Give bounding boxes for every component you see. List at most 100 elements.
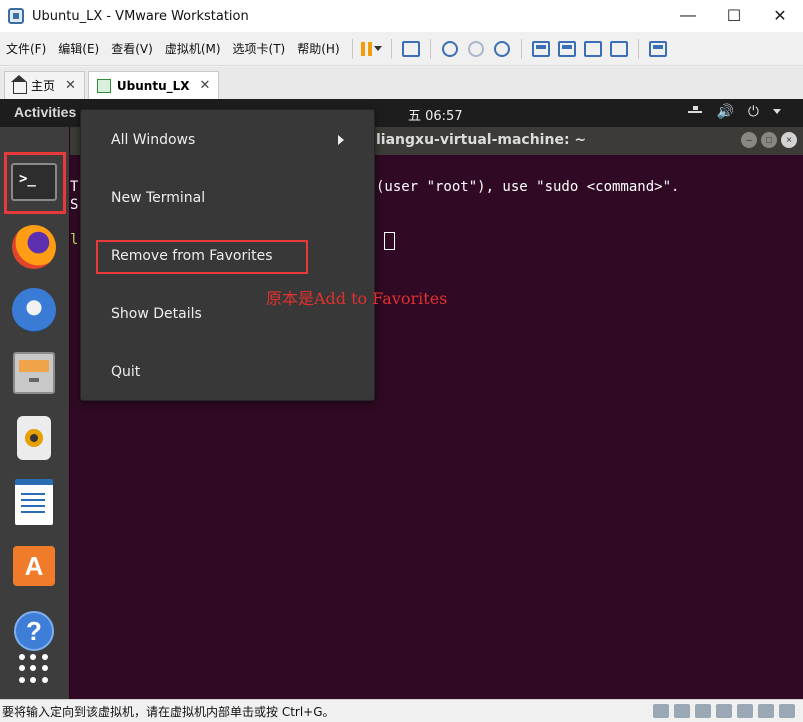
dock-terminal[interactable]: >_: [10, 158, 58, 206]
library-icon: [531, 40, 550, 57]
minimize-button[interactable]: —: [665, 0, 711, 32]
device-status-icons: [653, 704, 795, 718]
unity-button[interactable]: [580, 37, 606, 61]
menu-edit[interactable]: 编辑(E): [52, 40, 105, 57]
snapshot-manager-button[interactable]: [489, 37, 515, 61]
toolbar-separator: [351, 38, 353, 59]
terminal-close-button[interactable]: ×: [781, 132, 797, 148]
show-applications-icon: [19, 654, 49, 684]
maximize-button[interactable]: ☐: [711, 0, 757, 32]
unity-icon: [583, 40, 602, 57]
menu-help[interactable]: 帮助(H): [291, 40, 345, 57]
sound-icon[interactable]: [737, 704, 753, 718]
revert-snapshot-button[interactable]: [463, 37, 489, 61]
vmware-app-icon: [8, 8, 24, 24]
network-adapter-icon[interactable]: [695, 704, 711, 718]
menu-item-quit[interactable]: Quit: [111, 364, 140, 380]
tab-ubuntu-lx[interactable]: Ubuntu_LX ✕: [87, 71, 220, 99]
clock[interactable]: 五 06:57: [408, 105, 463, 124]
menu-toolbar: 文件(F) 编辑(E) 查看(V) 虚拟机(M) 选项卡(T) 帮助(H): [0, 32, 803, 66]
dock-context-menu: All Windows New Terminal Remove from Fav…: [80, 109, 375, 401]
tab-home[interactable]: 主页 ✕: [4, 71, 85, 99]
toolbar-separator: [390, 38, 392, 59]
volume-icon: 🔊: [716, 103, 734, 119]
terminal-line-prefix: T: [70, 179, 79, 195]
display-icon[interactable]: [758, 704, 774, 718]
home-icon: [11, 74, 27, 94]
close-button[interactable]: ✕: [757, 0, 803, 32]
dock-libreoffice-writer[interactable]: [10, 478, 58, 526]
status-bar: 要将输入定向到该虚拟机，请在虚拟机内部单击或按 Ctrl+G。: [0, 699, 803, 722]
library-button[interactable]: [528, 37, 554, 61]
snapshot-icon: [441, 40, 458, 57]
stretch-button[interactable]: [606, 37, 632, 61]
terminal-line-prefix: S: [70, 197, 79, 213]
files-icon: [13, 352, 55, 394]
activities-button[interactable]: Activities: [14, 104, 76, 120]
full-screen-button[interactable]: [554, 37, 580, 61]
toolbar-separator: [637, 38, 639, 59]
chevron-down-icon: [773, 109, 781, 114]
tab-strip: 主页 ✕ Ubuntu_LX ✕: [0, 67, 803, 99]
toolbar-separator: [429, 38, 431, 59]
menu-vm[interactable]: 虚拟机(M): [159, 40, 227, 57]
message-log-icon[interactable]: [779, 704, 795, 718]
tab-label: Ubuntu_LX: [116, 78, 190, 93]
status-message: 要将输入定向到该虚拟机，请在虚拟机内部单击或按 Ctrl+G。: [2, 704, 335, 719]
terminal-title: liangxu-virtual-machine: ~: [376, 132, 587, 148]
console-view-icon: [648, 40, 667, 57]
firefox-icon: [12, 225, 56, 269]
cd-drive-icon[interactable]: [674, 704, 690, 718]
close-icon[interactable]: ✕: [65, 78, 76, 93]
pause-icon: [361, 41, 373, 56]
chevron-down-icon: [374, 46, 383, 51]
menu-view[interactable]: 查看(V): [105, 40, 159, 57]
dock-files[interactable]: [10, 349, 58, 397]
system-menu[interactable]: 🔊 ⏻: [688, 103, 781, 120]
annotation-note: 原本是Add to Favorites: [266, 289, 448, 308]
send-ctrl-alt-del-button[interactable]: [398, 37, 424, 61]
menu-item-all-windows[interactable]: All Windows: [111, 132, 195, 148]
menu-item-show-details[interactable]: Show Details: [111, 306, 202, 322]
network-icon: [688, 105, 703, 118]
hard-disk-icon[interactable]: [653, 704, 669, 718]
window-title: Ubuntu_LX - VMware Workstation: [32, 8, 249, 24]
menu-item-new-terminal[interactable]: New Terminal: [111, 190, 205, 206]
menu-item-remove-from-favorites[interactable]: Remove from Favorites: [111, 248, 273, 264]
full-screen-icon: [557, 40, 576, 57]
menu-file[interactable]: 文件(F): [0, 40, 52, 57]
window-titlebar: Ubuntu_LX - VMware Workstation — ☐ ✕: [0, 0, 803, 32]
terminal-minimize-button[interactable]: –: [741, 132, 757, 148]
dock-show-applications[interactable]: [10, 645, 58, 693]
dock-thunderbird[interactable]: [10, 286, 58, 334]
chevron-right-icon: [338, 135, 344, 145]
dock-rhythmbox[interactable]: [10, 414, 58, 462]
terminal-line: (user "root"), use "sudo <command>".: [376, 179, 680, 195]
tab-label: 主页: [31, 79, 56, 93]
snapshot-manager-icon: [493, 40, 510, 57]
pause-button[interactable]: [359, 37, 385, 61]
snapshot-button[interactable]: [437, 37, 463, 61]
close-icon[interactable]: ✕: [200, 78, 211, 93]
terminal-window-controls: – □ ×: [741, 132, 797, 148]
ubuntu-software-icon: A: [13, 546, 55, 586]
vm-icon: [96, 78, 111, 93]
thunderbird-icon: [12, 288, 56, 332]
vm-screen[interactable]: Activities 五 06:57 🔊 ⏻ liangxu-virtual-m…: [0, 99, 803, 699]
usb-icon[interactable]: [716, 704, 732, 718]
menu-tabs[interactable]: 选项卡(T): [227, 40, 292, 57]
dock-ubuntu-software[interactable]: A: [10, 542, 58, 590]
stretch-icon: [609, 40, 628, 57]
ubuntu-dock: >_ A ?: [0, 127, 69, 699]
dock-firefox[interactable]: [10, 223, 58, 271]
window-controls: — ☐ ✕: [665, 0, 803, 32]
terminal-cursor: [384, 232, 395, 250]
terminal-maximize-button[interactable]: □: [761, 132, 777, 148]
libreoffice-writer-icon: [15, 479, 53, 525]
revert-snapshot-icon: [467, 40, 484, 57]
rhythmbox-icon: [17, 416, 51, 460]
power-icon: ⏻: [747, 103, 759, 119]
console-view-button[interactable]: [645, 37, 671, 61]
terminal-prompt-prefix: l: [70, 232, 79, 248]
terminal-icon: >_: [11, 163, 57, 201]
